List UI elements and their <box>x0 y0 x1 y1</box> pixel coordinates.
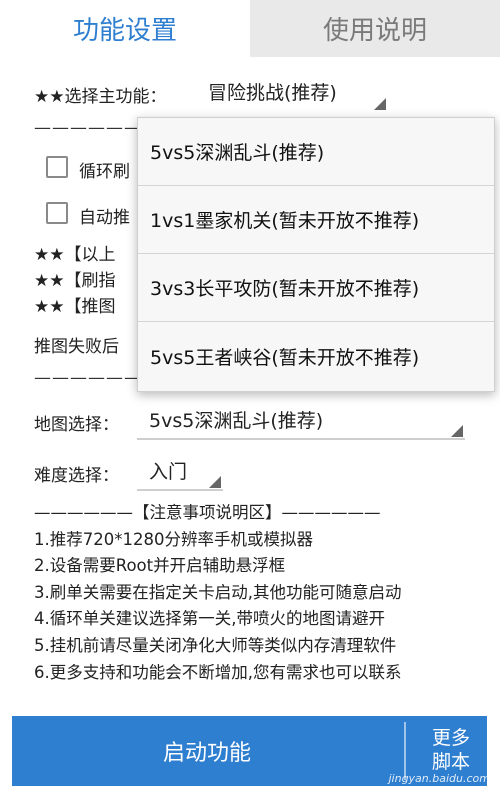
difficulty-spinner[interactable]: 入门 <box>137 455 223 491</box>
note-item-4: 4.循环单关建议选择第一关,带喷火的地图请避开 <box>34 609 385 629</box>
more-scripts-line1: 更多 <box>431 727 470 749</box>
spinner-underline <box>137 489 223 491</box>
map-select-label: 地图选择： <box>34 415 119 435</box>
auto-push-checkbox[interactable] <box>46 202 68 224</box>
spinner-arrow-icon <box>374 98 386 110</box>
star-line-2: ★★【刷指 <box>34 271 116 291</box>
notes-header: ——————【注意事项说明区】—————— <box>34 503 381 522</box>
star-line-3: ★★【推图 <box>34 297 116 317</box>
main-function-label: ★★选择主功能： <box>34 87 167 107</box>
dropdown-option-4[interactable]: 5vs5王者峡谷(暂未开放不推荐) <box>138 322 494 390</box>
loop-checkbox-label: 循环刷 <box>79 162 130 182</box>
main-function-spinner[interactable]: 冒险挑战(推荐) <box>208 78 388 112</box>
dropdown-option-2[interactable]: 1vs1墨家机关(暂未开放不推荐) <box>138 186 494 254</box>
tab-instructions[interactable]: 使用说明 <box>250 0 500 57</box>
start-function-button[interactable]: 启动功能 <box>12 716 402 786</box>
note-item-5: 5.挂机前请尽量关闭净化大师等类似内存清理软件 <box>34 635 397 655</box>
note-item-6: 6.更多支持和功能会不断增加,您有需求也可以联系 <box>34 662 402 682</box>
difficulty-value: 入门 <box>149 461 188 483</box>
loop-checkbox[interactable] <box>46 156 68 178</box>
difficulty-label: 难度选择： <box>34 466 119 486</box>
tab-bar: 功能设置 使用说明 <box>0 0 500 57</box>
notes-section: ——————【注意事项说明区】—————— 1.推荐720*1280分辨率手机或… <box>34 500 402 686</box>
star-line-1: ★★【以上 <box>34 245 116 265</box>
note-item-1: 1.推荐720*1280分辨率手机或模拟器 <box>34 529 313 549</box>
spinner-underline <box>137 438 465 440</box>
fail-label: 推图失败后 <box>34 337 119 357</box>
separator-mid: —————— <box>34 368 142 388</box>
spinner-arrow-icon <box>451 425 463 437</box>
auto-push-checkbox-label: 自动推 <box>79 208 130 228</box>
more-scripts-button[interactable]: 更多 脚本 <box>416 726 486 774</box>
main-function-value: 冒险挑战(推荐) <box>208 82 337 104</box>
map-dropdown-popup: 5vs5深渊乱斗(推荐) 1vs1墨家机关(暂未开放不推荐) 3vs3长平攻防(… <box>137 117 495 392</box>
map-select-value: 5vs5深渊乱斗(推荐) <box>149 410 324 432</box>
dropdown-option-3[interactable]: 3vs3长平攻防(暂未开放不推荐) <box>138 254 494 322</box>
note-item-2: 2.设备需要Root并开启辅助悬浮框 <box>34 556 286 576</box>
spinner-arrow-icon <box>209 476 221 488</box>
watermark: jingyan.baidu.com <box>388 772 490 785</box>
separator-top: —————— <box>34 118 142 138</box>
more-scripts-line2: 脚本 <box>431 751 470 773</box>
map-select-spinner[interactable]: 5vs5深渊乱斗(推荐) <box>137 404 465 440</box>
note-item-3: 3.刷单关需要在指定关卡启动,其他功能可随意启动 <box>34 582 402 602</box>
dropdown-option-1[interactable]: 5vs5深渊乱斗(推荐) <box>138 118 494 186</box>
tab-function-settings[interactable]: 功能设置 <box>0 0 250 57</box>
